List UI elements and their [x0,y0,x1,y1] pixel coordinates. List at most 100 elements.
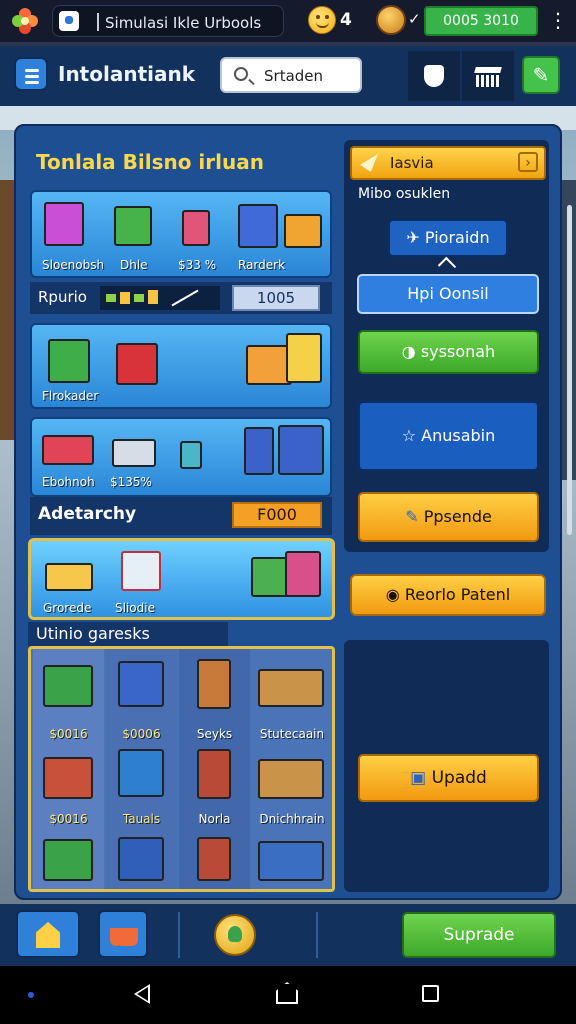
leaf-icon[interactable]: ✎ [522,56,560,94]
card3-label-1: Ebohnoh [42,475,95,489]
resources-meter [100,286,220,310]
department-button[interactable]: Hpi Oonsil [357,274,539,314]
coin-button[interactable] [214,914,256,956]
house-icon [36,922,60,948]
inventory-item-icon[interactable] [197,837,231,881]
expenditure-button-label: Ppsende [423,507,492,526]
grocery-box-icon [114,206,152,246]
gift-box-icon [285,551,321,597]
coin-balance: 0005 3010 [424,6,538,36]
home-icon[interactable] [276,982,298,1004]
product-card-4[interactable]: Grorede Sliodie [28,538,335,620]
supgrade-button[interactable]: Suprade [402,912,556,958]
achievement-button[interactable]: ☆ Anusabin [358,401,539,471]
achievement-button-label: Anusabin [421,426,496,445]
inventory-item-icon[interactable] [258,759,324,799]
scanner-icon [112,439,156,467]
check-icon: ✓ [408,10,421,28]
expenditure-button[interactable]: ✎ Ppsende [358,492,539,542]
inventory-item-icon[interactable] [258,669,324,707]
toolbar-divider [178,912,180,958]
inventory-item-icon[interactable] [197,659,231,709]
upgrade-button-label: Upadd [431,768,487,788]
tag-icon [180,441,202,469]
provider-button[interactable]: ✈ Pioraidn [388,219,508,257]
advertising-value[interactable]: F000 [232,502,322,528]
inventory-item-icon[interactable] [258,841,324,881]
tab-separator [97,13,99,31]
more-options-icon[interactable]: ⋮ [548,8,568,32]
cash-register-icon [42,435,94,465]
inventory-item-icon[interactable] [118,749,164,797]
inventory-label: Norla [198,812,231,826]
product-card-1[interactable]: Sloenobsh Dhle $33 % Rarderk [30,190,332,278]
app-logo-icon [12,8,38,34]
inventory-label: Dnichhrain [259,812,325,826]
display-case-icon [278,425,324,475]
task-button[interactable]: Iasvia › [350,146,546,180]
search-input[interactable]: Srtaden [220,57,362,93]
inventory-item-icon[interactable] [43,839,93,881]
card1-label-4: Rarderk [238,258,286,272]
happiness-icon [308,6,336,34]
inventory-item-icon[interactable] [43,665,93,707]
wall-shelf [0,180,14,440]
scrollbar[interactable] [567,205,572,535]
inventory-column-3: Seyks Norla [179,649,250,889]
upgrade-button[interactable]: ▣ Upadd [358,754,539,802]
vending-machine-icon [48,339,90,383]
toolbar-divider [316,912,318,958]
shield-button[interactable] [408,51,460,101]
back-icon[interactable] [134,984,150,1004]
inventory-item-icon[interactable] [197,749,231,799]
system-button[interactable]: ◑ syssonah [358,330,539,374]
plane-icon: ✈ [406,228,425,247]
card4-label-1: Grorede [43,601,92,615]
bookshelf-icon [286,333,322,383]
card1-label-2: Dhle [120,258,148,272]
inventory-label: Stutecaain [259,727,325,741]
cart-icon [110,928,138,946]
upgrade-icon: ▣ [410,768,432,788]
page-title: Intolantiank [58,62,196,86]
system-button-label: syssonah [420,342,496,361]
shop-cart-button[interactable] [98,910,148,958]
tab-title: Simulasi Ikle Urbools [105,14,262,32]
product-card-2[interactable]: Flrokader [30,323,332,409]
inventory-item-icon[interactable] [118,661,164,707]
provider-button-label: Pioraidn [424,228,490,247]
report-button[interactable]: ◉ Reorlo Patenl [350,574,546,616]
recents-icon[interactable] [422,985,439,1002]
product-card-3[interactable]: Ebohnoh $135% [30,417,332,497]
star-icon: ☆ [401,426,422,445]
cheese-icon [45,563,93,591]
resources-value: 1005 [232,285,320,311]
card2-label: Flrokader [42,389,99,403]
game-header: Intolantiank Srtaden ✎ [0,46,576,106]
resources-label: Rpurio [38,288,87,306]
bottom-toolbar: Suprade [0,904,576,966]
card1-label-1: Sloenobsh [42,258,105,272]
home-button[interactable] [16,910,80,958]
inventory-grid: $0016 $0016 $0006 Tauals Seyks Norla Stu… [28,646,335,892]
gem-icon[interactable] [376,5,406,35]
search-icon [234,67,248,81]
search-placeholder: Srtaden [264,67,324,85]
task-button-label: Iasvia [390,154,434,172]
status-bar: Simulasi Ikle Urbools 4 ✓ 0005 3010 ⋮ [0,0,576,42]
medal-icon: ◉ [385,585,405,604]
advertising-row: Adetarchy F000 [30,497,332,535]
action-subheading: Mibo osuklen [358,186,451,202]
happiness-value: 4 [340,10,352,30]
shop-stand-icon [238,204,278,248]
inventory-item-icon[interactable] [118,837,164,881]
store-button[interactable] [462,51,514,101]
chevron-right-icon[interactable]: › [518,152,538,172]
browser-tab[interactable]: Simulasi Ikle Urbools [52,5,284,37]
inventory-item-icon[interactable] [43,757,93,799]
plant-icon [228,926,242,942]
menu-button[interactable] [14,57,48,91]
inventory-tab[interactable]: Utinio garesks [28,622,228,646]
panel-title: Tonlala Bilsno irluan [36,150,264,174]
snack-stand-icon [116,343,158,385]
